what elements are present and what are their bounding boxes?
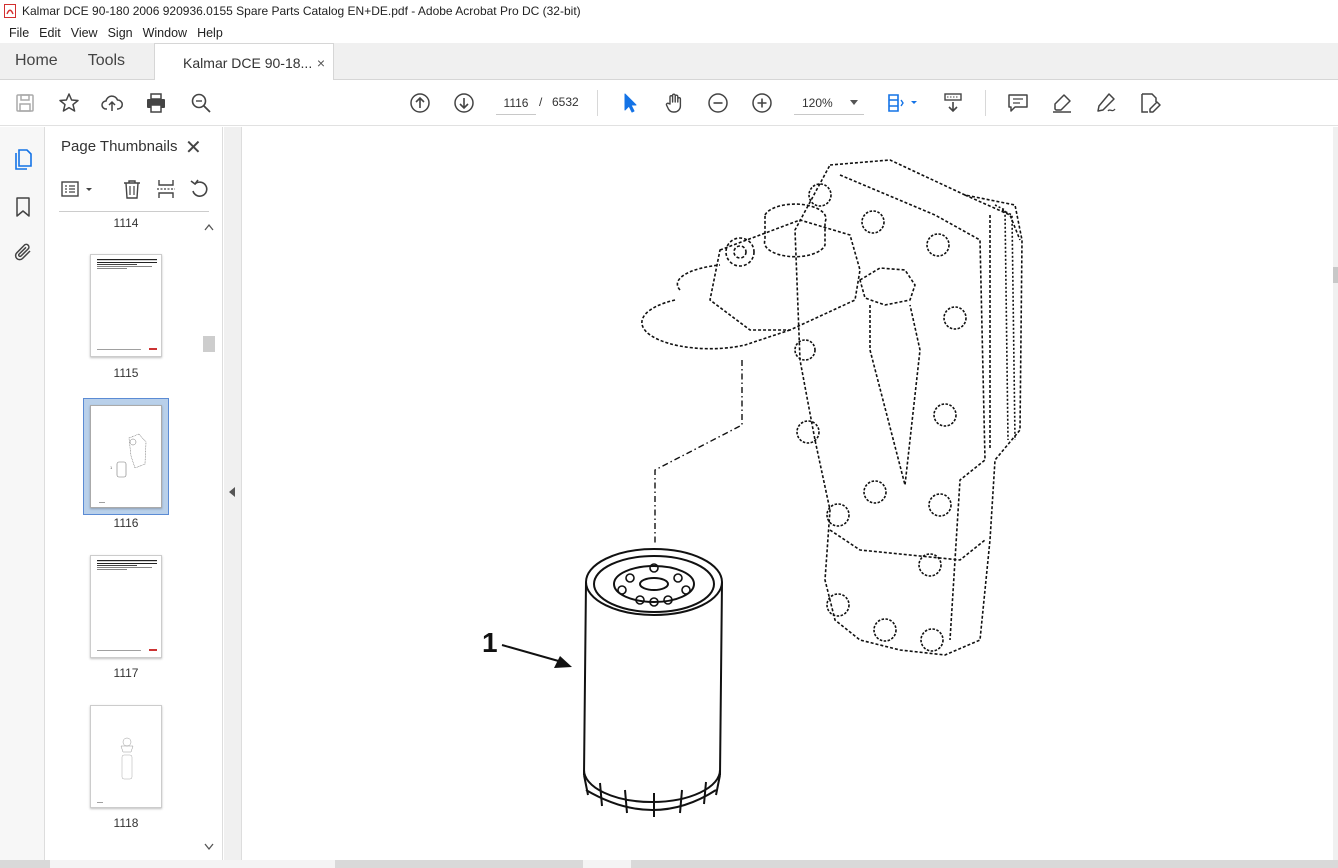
menu-edit[interactable]: Edit: [34, 26, 66, 40]
comment-icon[interactable]: [1006, 91, 1030, 115]
tab-bar: Home Tools Kalmar DCE 90-18... ×: [0, 43, 1338, 81]
taskbar-strip: [0, 860, 1338, 868]
page-thumbnail-selected[interactable]: 1: [90, 405, 162, 508]
document-tab-label: Kalmar DCE 90-18...: [183, 54, 313, 71]
scroll-down-icon[interactable]: [204, 843, 214, 851]
zoom-search-icon[interactable]: [189, 91, 213, 115]
chevron-down-icon: [850, 100, 858, 105]
menu-bar: File Edit View Sign Window Help: [0, 22, 1338, 43]
zoom-level-value: 120%: [802, 95, 833, 110]
panel-title: Page Thumbnails: [61, 138, 178, 155]
svg-text:1: 1: [110, 465, 113, 470]
previous-page-icon[interactable]: [408, 91, 432, 115]
menu-window[interactable]: Window: [138, 26, 192, 40]
thumbnail-label: 1114: [113, 216, 139, 230]
print-icon[interactable]: [144, 91, 168, 115]
collapse-arrow-icon: [229, 487, 235, 497]
title-bar: Kalmar DCE 90-180 2006 920936.0155 Spare…: [0, 0, 1338, 22]
zoom-level-select[interactable]: 120%: [794, 91, 864, 115]
tab-document[interactable]: Kalmar DCE 90-18... ×: [154, 43, 335, 81]
bookmark-icon[interactable]: [11, 195, 35, 219]
callout-number: 1: [482, 627, 498, 658]
toolbar-divider: [597, 90, 598, 116]
page-thumbnail[interactable]: [90, 555, 162, 658]
insert-page-icon[interactable]: [155, 178, 177, 200]
tab-tools[interactable]: Tools: [73, 43, 140, 79]
page-fit-icon[interactable]: [886, 91, 920, 115]
pdf-app-icon: [4, 4, 16, 18]
menu-file[interactable]: File: [4, 26, 34, 40]
thumbnail-label: 1116: [113, 516, 139, 530]
menu-help[interactable]: Help: [192, 26, 228, 40]
table-page-preview: [97, 560, 157, 651]
page-thumbnails-icon[interactable]: [11, 147, 35, 171]
select-cursor-icon[interactable]: [618, 91, 642, 115]
document-view[interactable]: 1: [243, 127, 1333, 860]
main-toolbar: / 6532 120%: [0, 80, 1338, 126]
diagram-page-preview: 1: [99, 433, 147, 503]
next-page-icon[interactable]: [452, 91, 476, 115]
edit-pdf-icon[interactable]: [1138, 91, 1162, 115]
scroll-up-icon[interactable]: [204, 223, 214, 231]
parts-diagram: 1: [482, 159, 1023, 817]
panel-divider: [59, 211, 209, 212]
options-menu-icon[interactable]: [61, 179, 95, 201]
page-thumbnails-panel: Page Thumbnails ✕ 1114 1115 1 1116 1117 …: [45, 127, 223, 860]
star-icon[interactable]: [57, 91, 81, 115]
menu-view[interactable]: View: [66, 26, 103, 40]
thumbnail-label: 1117: [113, 666, 139, 680]
save-icon[interactable]: [13, 91, 37, 115]
panel-collapse-handle[interactable]: [224, 127, 242, 860]
zoom-in-icon[interactable]: [750, 91, 774, 115]
page-separator: /: [539, 95, 543, 109]
toolbar-divider: [985, 90, 986, 116]
page-thumbnail[interactable]: [90, 254, 162, 357]
table-page-preview: [97, 259, 157, 350]
taskbar-segment: [583, 860, 631, 868]
page-thumbnail[interactable]: [90, 705, 162, 808]
tab-home[interactable]: Home: [0, 43, 73, 79]
thumbnail-tools: [61, 177, 211, 203]
delete-trash-icon[interactable]: [121, 178, 143, 200]
navigation-rail: [0, 127, 45, 860]
thumbnail-label: 1118: [113, 816, 139, 830]
diagram-page-preview: [97, 737, 134, 803]
sign-pen-icon[interactable]: [1094, 91, 1118, 115]
thumbnail-scrollbar[interactable]: [202, 221, 216, 853]
scrollbar-thumb[interactable]: [1333, 267, 1338, 283]
menu-sign[interactable]: Sign: [103, 26, 138, 40]
page-total: 6532: [552, 95, 579, 109]
document-scrollbar[interactable]: [1333, 127, 1338, 860]
close-tab-icon[interactable]: ×: [317, 55, 325, 71]
zoom-out-icon[interactable]: [706, 91, 730, 115]
thumbnail-label: 1115: [113, 366, 139, 380]
highlight-pen-icon[interactable]: [1050, 91, 1074, 115]
attachment-paperclip-icon[interactable]: [11, 240, 35, 264]
scrollbar-thumb[interactable]: [203, 336, 215, 352]
rotate-icon[interactable]: [189, 178, 211, 200]
scroll-mode-icon[interactable]: [941, 91, 965, 115]
page-number-input[interactable]: [496, 91, 536, 115]
upload-cloud-icon[interactable]: [100, 91, 124, 115]
taskbar-segment: [50, 860, 335, 868]
close-icon[interactable]: ✕: [185, 135, 202, 160]
hand-tool-icon[interactable]: [662, 91, 686, 115]
window-title: Kalmar DCE 90-180 2006 920936.0155 Spare…: [22, 4, 581, 18]
